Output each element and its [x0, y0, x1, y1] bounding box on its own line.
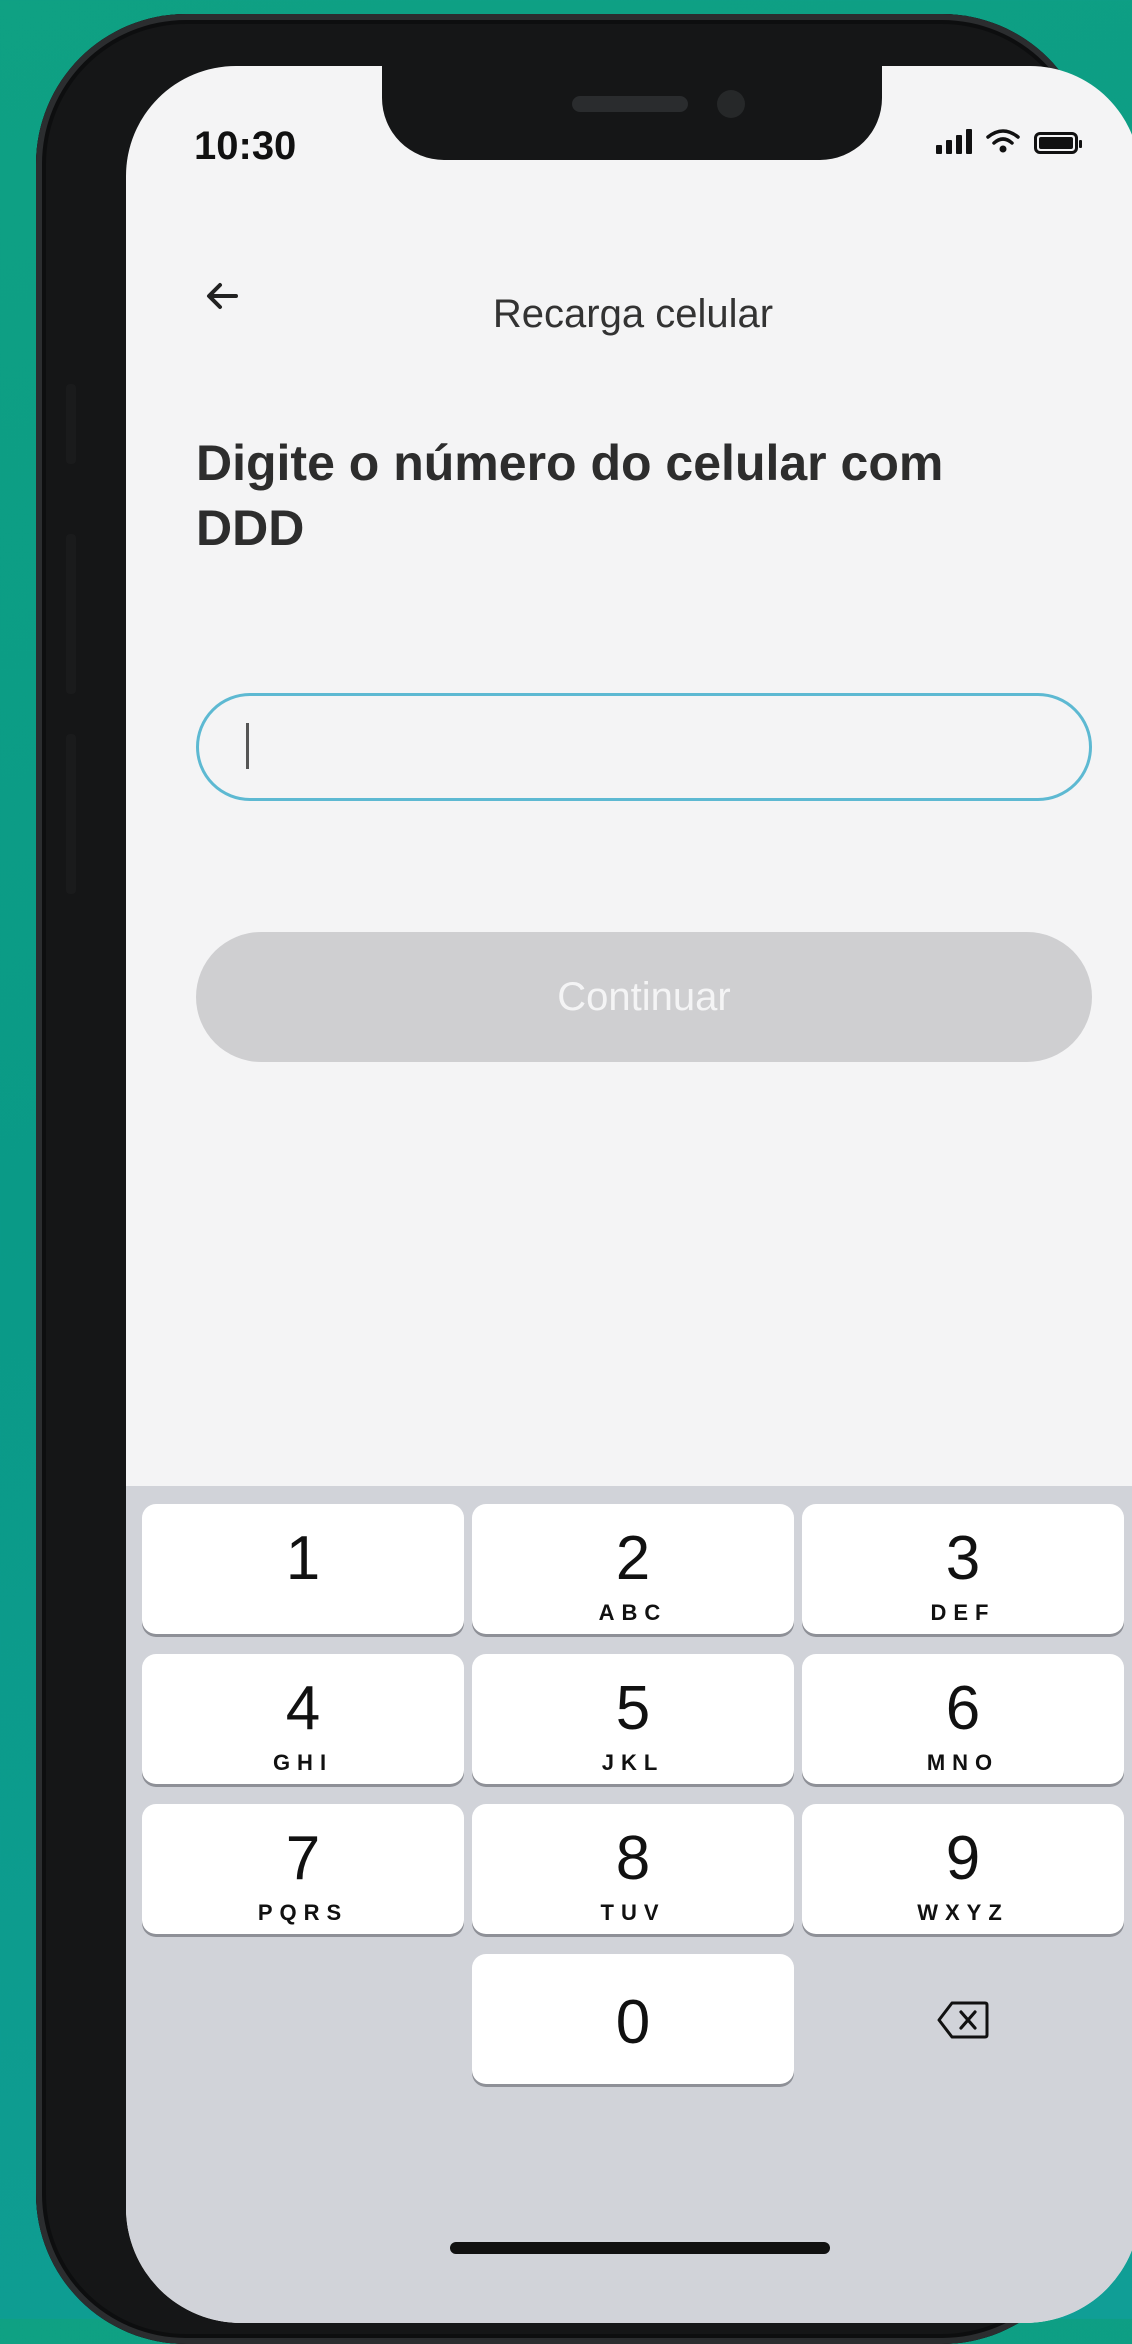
mute-switch [66, 384, 76, 464]
phone-frame: 10:30 Recarga celular Digite o número do… [36, 14, 1132, 2344]
key-letters: GHI [272, 1750, 334, 1775]
key-digit: 9 [945, 1824, 981, 1893]
wifi-icon [986, 129, 1020, 153]
key-letters: WXYZ [917, 1900, 1009, 1925]
key-letters: JKL [601, 1750, 665, 1775]
key-8[interactable]: 8 TUV [472, 1804, 794, 1934]
key-0[interactable]: 0 [472, 1954, 794, 2084]
key-6[interactable]: 6 MNO [802, 1654, 1124, 1784]
front-camera [717, 90, 745, 118]
key-letters: MNO [926, 1750, 1000, 1775]
key-digit: 3 [945, 1524, 981, 1593]
page-title: Recarga celular [492, 292, 774, 336]
numeric-keypad: 1 2 ABC 3 DEF 4 GHI 5 JKL 6 MNO 7 PQRS 8… [126, 1486, 1132, 2323]
volume-up-button [66, 534, 76, 694]
key-1[interactable]: 1 [142, 1504, 464, 1634]
key-letters: PQRS [257, 1900, 349, 1925]
key-4[interactable]: 4 GHI [142, 1654, 464, 1784]
key-digit: 7 [285, 1824, 321, 1893]
instruction-heading: Digite o número do celular com DDD [196, 435, 944, 556]
signal-icon [936, 128, 972, 154]
app-screen: 10:30 Recarga celular Digite o número do… [126, 66, 1132, 2323]
key-digit: 5 [615, 1674, 651, 1743]
key-letters: TUV [600, 1900, 666, 1925]
key-9[interactable]: 9 WXYZ [802, 1804, 1124, 1934]
key-digit: 8 [615, 1824, 651, 1893]
key-7[interactable]: 7 PQRS [142, 1804, 464, 1934]
text-cursor [246, 723, 249, 769]
battery-icon [1034, 132, 1082, 154]
phone-number-input[interactable] [196, 693, 1092, 801]
home-indicator[interactable] [450, 2242, 830, 2254]
key-digit: 2 [615, 1524, 651, 1593]
key-digit: 4 [285, 1674, 321, 1743]
key-digit: 0 [615, 1988, 651, 2057]
key-letters: DEF [930, 1600, 996, 1625]
notch [382, 66, 882, 160]
key-digit: 6 [945, 1674, 981, 1743]
key-digit: 1 [285, 1524, 321, 1593]
volume-down-button [66, 734, 76, 894]
key-3[interactable]: 3 DEF [802, 1504, 1124, 1634]
delete-key[interactable] [802, 1954, 1124, 2084]
key-5[interactable]: 5 JKL [472, 1654, 794, 1784]
speaker-grille [572, 96, 688, 112]
continue-button[interactable]: Continuar [196, 932, 1092, 1062]
key-letters: ABC [598, 1600, 668, 1625]
status-icons [936, 128, 1082, 154]
status-time: 10:30 [194, 124, 297, 168]
backspace-icon [937, 2001, 989, 2039]
key-2[interactable]: 2 ABC [472, 1504, 794, 1634]
